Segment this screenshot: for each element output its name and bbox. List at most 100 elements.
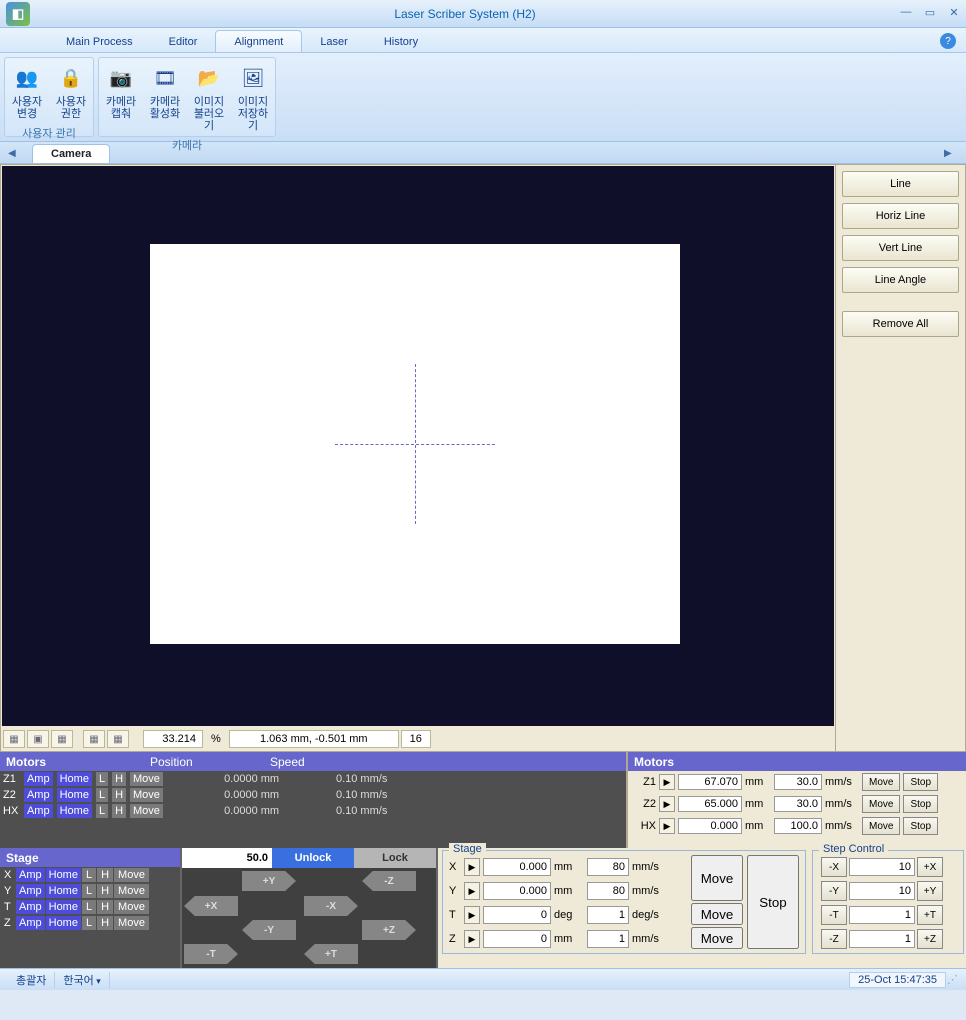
step-neg-button[interactable]: -Y [821,881,847,901]
resize-grip[interactable]: ⋰ [946,973,958,986]
position-input[interactable] [483,882,551,900]
stage-move-t-button[interactable]: Move [691,903,743,925]
step-neg-button[interactable]: -X [821,857,847,877]
move-button[interactable]: Move [114,900,149,914]
stage-move-z-button[interactable]: Move [691,927,743,949]
home-button[interactable]: Home [57,804,92,818]
stage-stop-button[interactable]: Stop [747,855,799,949]
cam-tool-4[interactable]: ▦ [83,730,105,748]
speed-input[interactable] [587,930,629,948]
amp-button[interactable]: Amp [24,804,53,818]
amp-button[interactable]: Amp [16,868,45,882]
speed-input[interactable] [587,882,629,900]
speed-input[interactable] [774,774,822,790]
line-angle-button[interactable]: Line Angle [842,267,959,293]
tab-scroll-right[interactable]: ▶ [944,148,958,163]
tab-laser[interactable]: Laser [302,31,366,52]
tab-editor[interactable]: Editor [151,31,216,52]
ribbon-img-load[interactable]: 📂 이미지 불러오기 [187,58,231,136]
home-button[interactable]: Home [46,916,81,930]
speed-input[interactable] [587,906,629,924]
amp-button[interactable]: Amp [24,788,53,802]
speed-input[interactable] [774,818,822,834]
close-button[interactable]: ✕ [944,6,964,22]
limit-l-button[interactable]: L [82,868,96,882]
jog-plus-x[interactable]: +X [184,896,238,916]
step-pos-button[interactable]: +T [917,905,943,925]
jog-lock-button[interactable]: Lock [354,848,436,868]
step-pos-button[interactable]: +Y [917,881,943,901]
move-button[interactable]: Move [130,788,163,802]
go-button[interactable]: ▶ [464,906,480,924]
ribbon-user-auth[interactable]: 🔒 사용자 권한 [49,58,93,124]
step-pos-button[interactable]: +Z [917,929,943,949]
jog-plus-t[interactable]: +T [304,944,358,964]
cam-tool-1[interactable]: ▦ [3,730,25,748]
go-button[interactable]: ▶ [464,930,480,948]
ribbon-cam-capture[interactable]: 📷 카메라 캡춰 [99,58,143,136]
cam-tool-5[interactable]: ▦ [107,730,129,748]
amp-button[interactable]: Amp [16,900,45,914]
home-button[interactable]: Home [46,884,81,898]
tab-alignment[interactable]: Alignment [215,30,302,52]
camera-pane[interactable] [2,166,834,726]
step-value-input[interactable] [849,930,915,948]
line-button[interactable]: Line [842,171,959,197]
horiz-line-button[interactable]: Horiz Line [842,203,959,229]
limit-l-button[interactable]: L [82,900,96,914]
move-button[interactable]: Move [130,772,163,786]
jog-minus-t[interactable]: -T [184,944,238,964]
status-lang[interactable]: 한국어 [55,972,109,988]
limit-l-button[interactable]: L [96,804,108,818]
limit-l-button[interactable]: L [96,772,108,786]
step-value-input[interactable] [849,906,915,924]
move-button[interactable]: Move [114,868,149,882]
jog-minus-z[interactable]: -Z [362,871,416,891]
amp-button[interactable]: Amp [16,884,45,898]
doc-tab-camera[interactable]: Camera [32,144,110,163]
stop-button[interactable]: Stop [903,773,938,791]
jog-plus-z[interactable]: +Z [362,920,416,940]
step-value-input[interactable] [849,858,915,876]
limit-l-button[interactable]: L [82,916,96,930]
limit-h-button[interactable]: H [97,916,113,930]
limit-l-button[interactable]: L [82,884,96,898]
stage-move-xy-button[interactable]: Move [691,855,743,901]
limit-l-button[interactable]: L [96,788,108,802]
position-input[interactable] [483,858,551,876]
move-button[interactable]: Move [862,773,900,791]
go-button[interactable]: ▶ [659,796,675,812]
stop-button[interactable]: Stop [903,817,938,835]
ribbon-cam-activate[interactable]: 🎞 카메라 활성화 [143,58,187,136]
jog-minus-y[interactable]: -Y [242,920,296,940]
go-button[interactable]: ▶ [659,774,675,790]
ribbon-img-save[interactable]: 🖼 이미지 저장하기 [231,58,275,136]
step-neg-button[interactable]: -T [821,905,847,925]
home-button[interactable]: Home [46,868,81,882]
position-input[interactable] [483,930,551,948]
move-button[interactable]: Move [130,804,163,818]
home-button[interactable]: Home [57,788,92,802]
step-neg-button[interactable]: -Z [821,929,847,949]
position-input[interactable] [678,818,742,834]
cam-tool-3[interactable]: ▦ [51,730,73,748]
limit-h-button[interactable]: H [97,900,113,914]
ribbon-user-change[interactable]: 👥 사용자 변경 [5,58,49,124]
amp-button[interactable]: Amp [16,916,45,930]
move-button[interactable]: Move [114,884,149,898]
limit-h-button[interactable]: H [112,772,126,786]
vert-line-button[interactable]: Vert Line [842,235,959,261]
position-input[interactable] [678,774,742,790]
home-button[interactable]: Home [46,900,81,914]
jog-minus-x[interactable]: -X [304,896,358,916]
go-button[interactable]: ▶ [464,882,480,900]
jog-step-value[interactable]: 50.0 [182,848,272,868]
jog-plus-y[interactable]: +Y [242,871,296,891]
jog-unlock-button[interactable]: Unlock [272,848,354,868]
move-button[interactable]: Move [114,916,149,930]
amp-button[interactable]: Amp [24,772,53,786]
step-value-input[interactable] [849,882,915,900]
tab-main-process[interactable]: Main Process [48,31,151,52]
position-input[interactable] [483,906,551,924]
step-pos-button[interactable]: +X [917,857,943,877]
